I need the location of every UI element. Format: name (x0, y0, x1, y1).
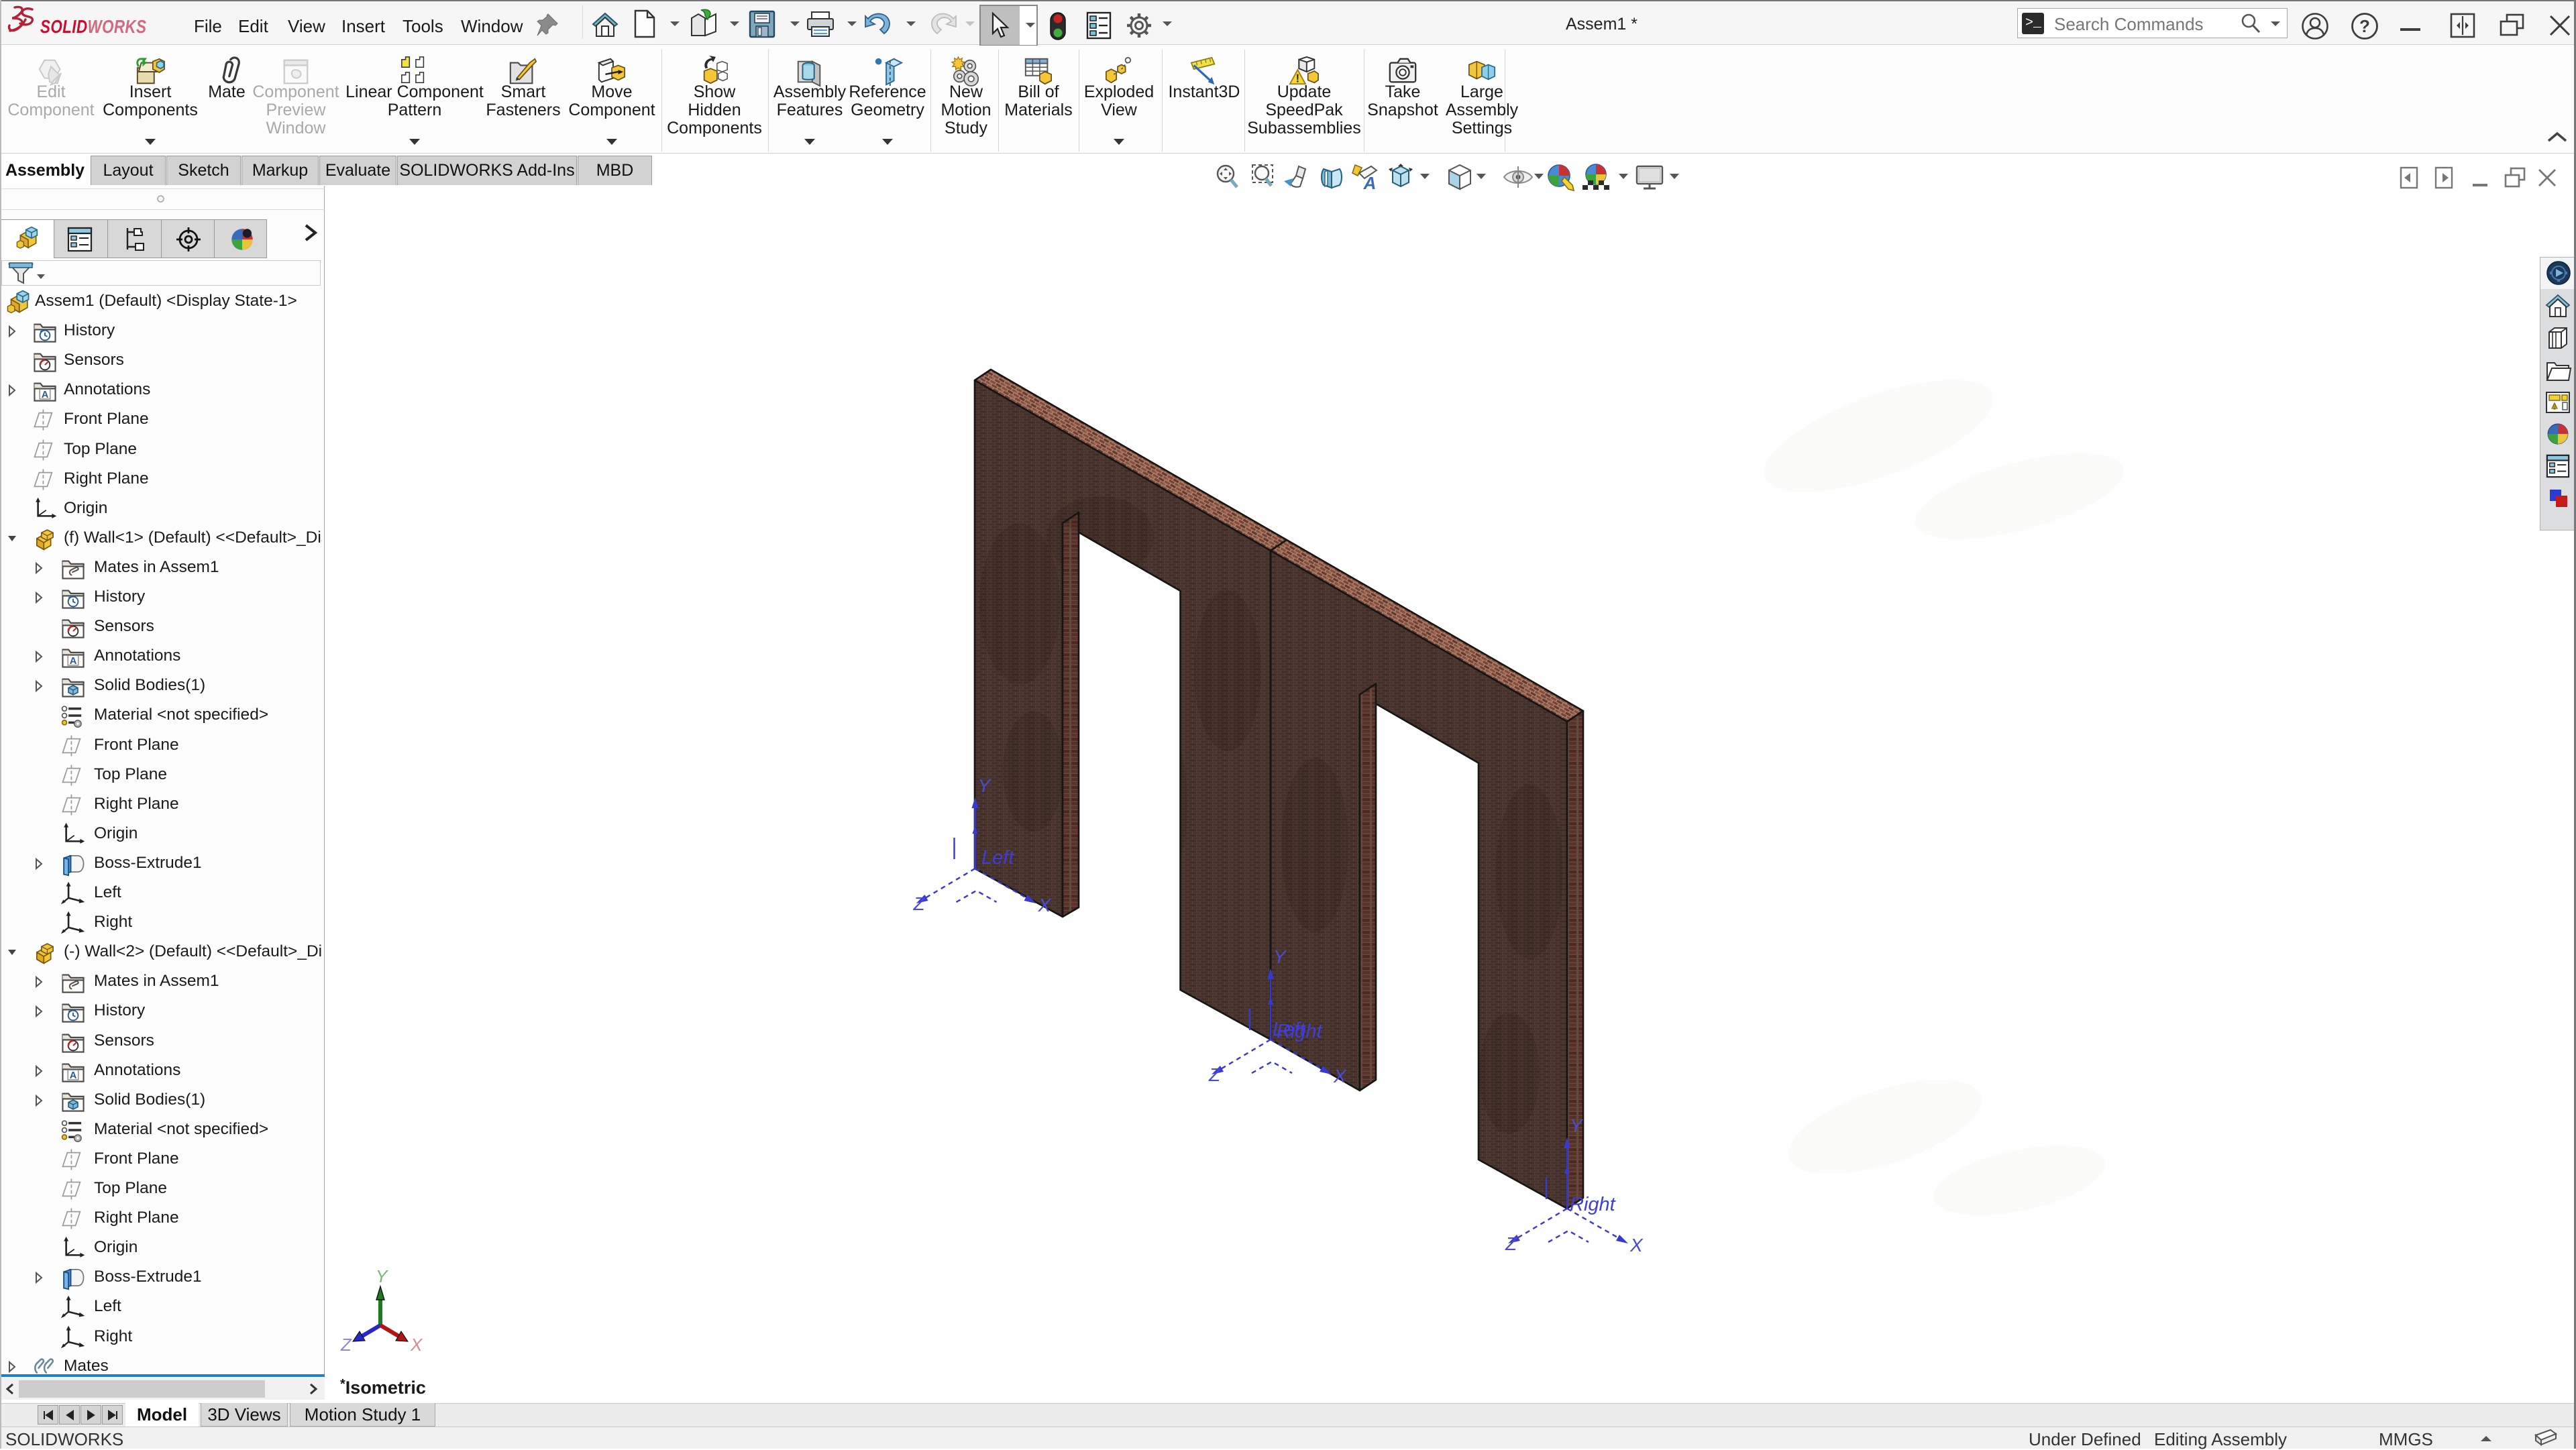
svg-text:A: A (1363, 173, 1377, 193)
svg-text:X: X (410, 1335, 423, 1355)
svg-text:Y: Y (376, 1266, 388, 1286)
svg-text:!: ! (1296, 71, 1300, 85)
svg-text:Right: Right (1570, 1194, 1617, 1215)
svg-text:Left: Left (981, 847, 1015, 869)
svg-text:Right: Right (1277, 1021, 1324, 1042)
svg-text:?: ? (2359, 16, 2370, 36)
svg-text:Z: Z (340, 1335, 352, 1355)
